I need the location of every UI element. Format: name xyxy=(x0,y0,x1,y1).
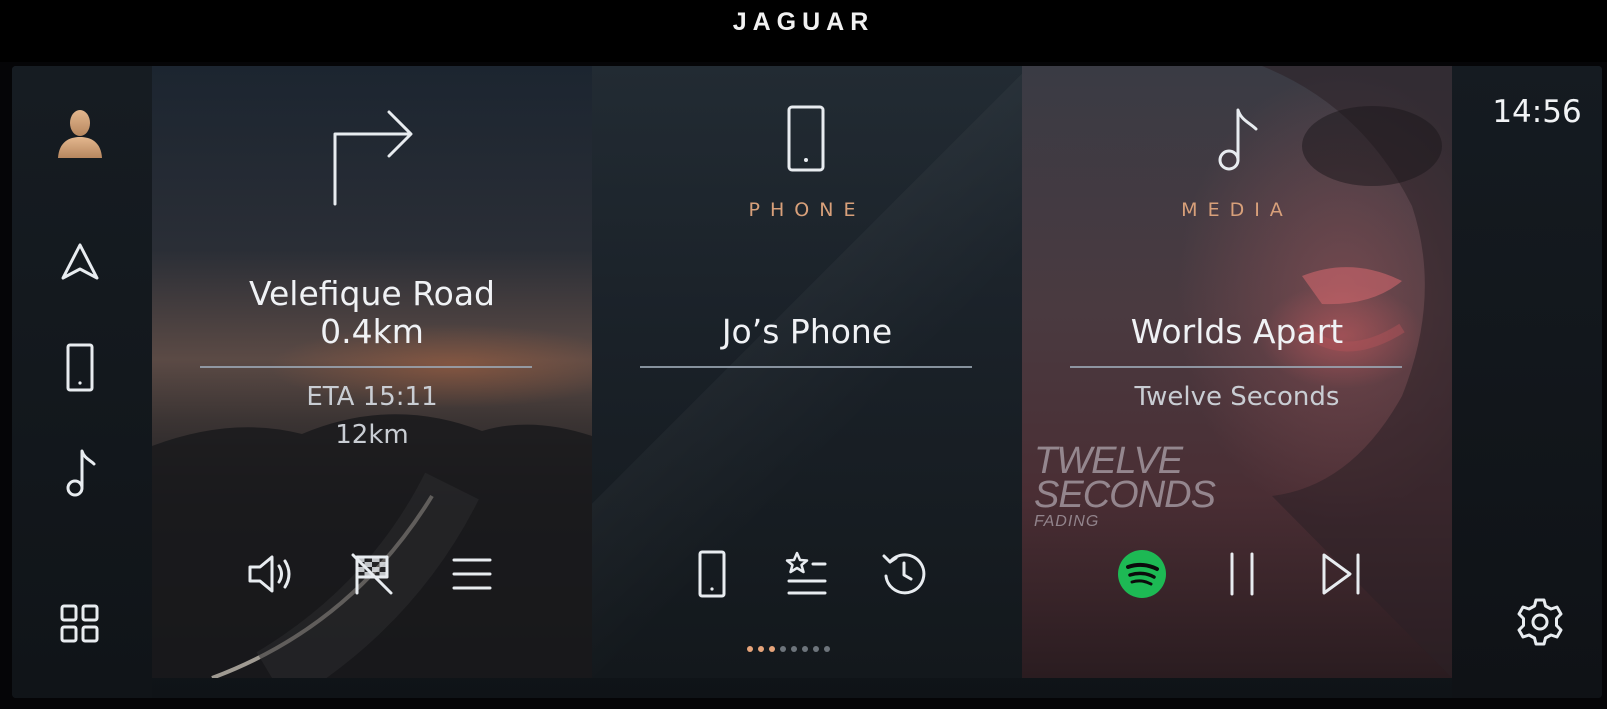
page-dot[interactable] xyxy=(780,646,786,652)
phone-icon[interactable] xyxy=(54,342,106,394)
page-dot[interactable] xyxy=(791,646,797,652)
favourites-list-icon[interactable] xyxy=(777,544,837,604)
album-art-text: TWELVE SECONDS FADING xyxy=(1034,440,1304,532)
end-route-flag-icon[interactable] xyxy=(342,544,402,604)
phone-device-name: Jo’s Phone xyxy=(721,312,893,351)
gear-icon[interactable] xyxy=(1514,596,1566,648)
phone-panel[interactable]: PHONE Jo’s Phone xyxy=(592,66,1022,678)
navigation-arrow-icon[interactable] xyxy=(54,236,106,288)
track-title: Worlds Apart xyxy=(1130,312,1344,351)
skip-next-icon[interactable] xyxy=(1312,544,1372,604)
page-dot[interactable] xyxy=(813,646,819,652)
music-note-icon[interactable] xyxy=(54,446,106,498)
media-label: MEDIA xyxy=(1181,199,1293,221)
nav-divider xyxy=(200,366,532,368)
pause-icon[interactable] xyxy=(1212,544,1272,604)
status-rail: 14:56 xyxy=(1452,66,1602,698)
artist-name: Twelve Seconds xyxy=(1134,382,1340,412)
music-note-icon xyxy=(1210,104,1262,174)
sidebar xyxy=(12,66,152,698)
page-dot[interactable] xyxy=(802,646,808,652)
phone-icon xyxy=(785,104,827,174)
eta: ETA 15:11 xyxy=(306,382,438,412)
phone-divider xyxy=(640,366,972,368)
infotainment-screen: Velefique Road 0.4km ETA 15:11 12km PHON… xyxy=(12,66,1602,698)
remaining-distance: 12km xyxy=(335,420,409,450)
phone-label: PHONE xyxy=(748,199,866,221)
distance-to-turn: 0.4km xyxy=(320,312,424,351)
spotify-icon[interactable] xyxy=(1112,544,1172,604)
recent-calls-icon[interactable] xyxy=(874,544,934,604)
page-indicator[interactable] xyxy=(747,646,830,652)
page-dot[interactable] xyxy=(747,646,753,652)
profile-icon[interactable] xyxy=(54,106,106,158)
turn-right-arrow-icon xyxy=(327,104,419,208)
navigation-panel[interactable]: Velefique Road 0.4km ETA 15:11 12km xyxy=(152,66,592,678)
volume-icon[interactable] xyxy=(242,544,302,604)
page-dot[interactable] xyxy=(758,646,764,652)
street-name: Velefique Road xyxy=(248,274,496,313)
phone-icon[interactable] xyxy=(682,544,742,604)
album-art-line2: SECONDS xyxy=(1034,474,1216,516)
brand-bar: JAGUAR xyxy=(0,0,1607,62)
menu-icon[interactable] xyxy=(442,544,502,604)
media-divider xyxy=(1070,366,1402,368)
album-art-line1: TWELVE xyxy=(1034,440,1183,482)
apps-grid-icon[interactable] xyxy=(54,598,106,650)
page-dot[interactable] xyxy=(769,646,775,652)
clock: 14:56 xyxy=(1492,94,1582,130)
page-dot[interactable] xyxy=(824,646,830,652)
brand-logo: JAGUAR xyxy=(732,8,875,36)
media-panel[interactable]: TWELVE SECONDS FADING MEDIA Worlds Apart… xyxy=(1022,66,1452,678)
